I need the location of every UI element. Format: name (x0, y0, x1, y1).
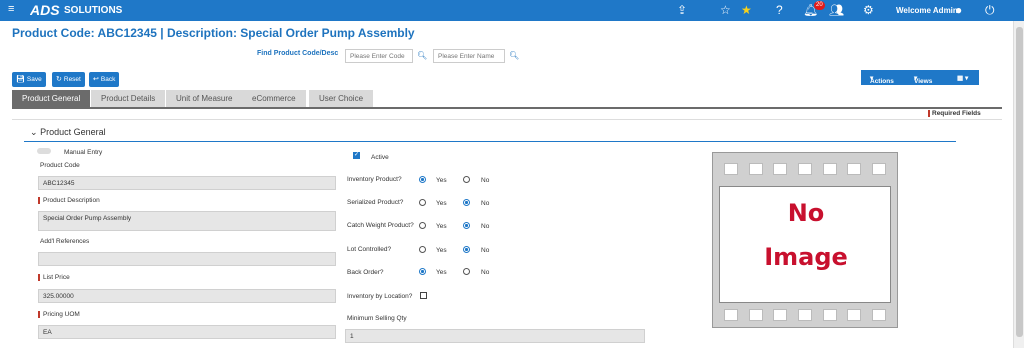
product-description-label: Product Description (38, 197, 100, 204)
additional-references-label: Add'l References (40, 238, 90, 245)
help-icon[interactable]: ? (776, 4, 783, 17)
serialized-product-label: Serialized Product? (347, 199, 404, 206)
tab-user-choice[interactable]: User Choice (309, 90, 374, 107)
save-icon: 💾︎ (16, 76, 25, 83)
no-label: No (481, 200, 490, 207)
pricing-uom-label: Pricing UOM (38, 311, 80, 318)
product-image-placeholder[interactable]: No Image (712, 152, 898, 328)
user-account-icon[interactable]: ● (955, 4, 962, 17)
tab-product-details[interactable]: Product Details (91, 90, 166, 107)
back-order-yes-radio[interactable] (419, 268, 426, 275)
back-button[interactable]: ↩ Back (89, 72, 120, 87)
lot-controlled-label: Lot Controlled? (347, 246, 392, 253)
back-icon: ↩ (93, 76, 99, 83)
save-button[interactable]: 💾︎ Save (12, 72, 46, 87)
product-description-field[interactable]: Special Order Pump Assembly (38, 211, 336, 231)
actions-dropdown[interactable]: Actions ▾ (870, 74, 894, 85)
vertical-scrollbar[interactable] (1013, 21, 1024, 348)
views-dropdown[interactable]: Views ▾ (914, 74, 932, 85)
pricing-uom-field[interactable]: EA (38, 325, 336, 339)
no-label: No (481, 247, 490, 254)
no-label: No (481, 223, 490, 230)
top-navigation-bar: ≡ ADS SOLUTIONS ⇪ ☆ ★ ? 🔔︎ 20 👥︎ ⚙ Welco… (0, 0, 1024, 21)
tab-ecommerce[interactable]: eCommerce (242, 90, 306, 107)
product-code-label: Product Code (40, 162, 80, 169)
list-price-field[interactable]: 325.00000 (38, 289, 336, 303)
product-code-search-input[interactable] (345, 49, 413, 63)
product-code-field[interactable]: ABC12345 (38, 176, 336, 190)
no-label: No (481, 177, 490, 184)
product-name-search-input[interactable] (433, 49, 505, 63)
no-image-line1: No (787, 199, 825, 227)
list-price-label: List Price (38, 274, 70, 281)
catch-weight-no-radio[interactable] (463, 222, 470, 229)
film-strip-top (719, 163, 891, 177)
favorite-star-icon[interactable]: ★ (741, 4, 752, 17)
page-title: Product Code: ABC12345 | Description: Sp… (12, 26, 415, 40)
search-code-icon[interactable]: 🔍︎ (417, 51, 427, 60)
yes-label: Yes (436, 269, 447, 276)
manual-entry-toggle[interactable] (37, 148, 51, 154)
reset-button[interactable]: ↻ Reset (52, 72, 85, 87)
active-checkbox[interactable]: ✓ (353, 152, 360, 159)
inventory-product-yes-radio[interactable] (419, 176, 426, 183)
minimum-selling-qty-field[interactable]: 1 (345, 329, 645, 343)
manual-entry-label: Manual Entry (64, 149, 103, 156)
inventory-by-location-label: Inventory by Location? (347, 293, 413, 300)
yes-label: Yes (436, 247, 447, 254)
yes-label: Yes (436, 177, 447, 184)
search-name-icon[interactable]: 🔍︎ (509, 51, 519, 60)
yes-label: Yes (436, 223, 447, 230)
welcome-user-label[interactable]: Welcome Admin (896, 6, 958, 15)
ads-solutions-logo[interactable]: ADS SOLUTIONS (30, 2, 140, 19)
inventory-product-no-radio[interactable] (463, 176, 470, 183)
export-icon[interactable]: ⇪ (677, 4, 687, 17)
menu-icon[interactable]: ≡ (8, 3, 14, 15)
lot-controlled-yes-radio[interactable] (419, 246, 426, 253)
no-image-line2: Image (764, 243, 848, 271)
chevron-down-icon: ⌄ (30, 127, 38, 137)
notification-count-badge: 20 (814, 1, 825, 10)
film-strip-bottom (719, 309, 891, 323)
find-product-label: Find Product Code/Desc (257, 50, 339, 57)
tab-underline (12, 107, 1002, 109)
section-header[interactable]: ⌄ Product General (30, 127, 106, 138)
catch-weight-product-label: Catch Weight Product? (347, 222, 414, 229)
lot-controlled-no-radio[interactable] (463, 246, 470, 253)
inventory-product-label: Inventory Product? (347, 176, 402, 183)
serialized-product-yes-radio[interactable] (419, 199, 426, 206)
power-logout-icon[interactable]: ⏻ (985, 4, 995, 17)
back-order-no-radio[interactable] (463, 268, 470, 275)
minimum-selling-qty-label: Minimum Selling Qty (347, 315, 407, 322)
inventory-by-location-checkbox[interactable] (420, 292, 427, 299)
settings-gear-icon[interactable]: ⚙ (863, 4, 874, 17)
active-label: Active (371, 154, 389, 161)
users-icon[interactable]: 👥︎ (829, 4, 844, 17)
grid-icon: ▦ ▾ (957, 75, 969, 82)
catch-weight-yes-radio[interactable] (419, 222, 426, 229)
serialized-product-no-radio[interactable] (463, 199, 470, 206)
layout-dropdown[interactable]: ▦ ▾ (949, 70, 979, 85)
tab-unit-of-measure[interactable]: Unit of Measure (166, 90, 243, 107)
favorites-icon[interactable]: ☆ (720, 4, 731, 17)
section-divider (24, 141, 956, 142)
svg-text:SOLUTIONS: SOLUTIONS (64, 5, 123, 16)
reset-icon: ↻ (56, 76, 62, 83)
required-fields-note: Required Fields (928, 110, 981, 117)
additional-references-field[interactable] (38, 252, 336, 266)
yes-label: Yes (436, 200, 447, 207)
tab-product-general[interactable]: Product General (12, 90, 91, 107)
back-order-label: Back Order? (347, 269, 384, 276)
no-label: No (481, 269, 490, 276)
svg-text:ADS: ADS (30, 2, 60, 18)
